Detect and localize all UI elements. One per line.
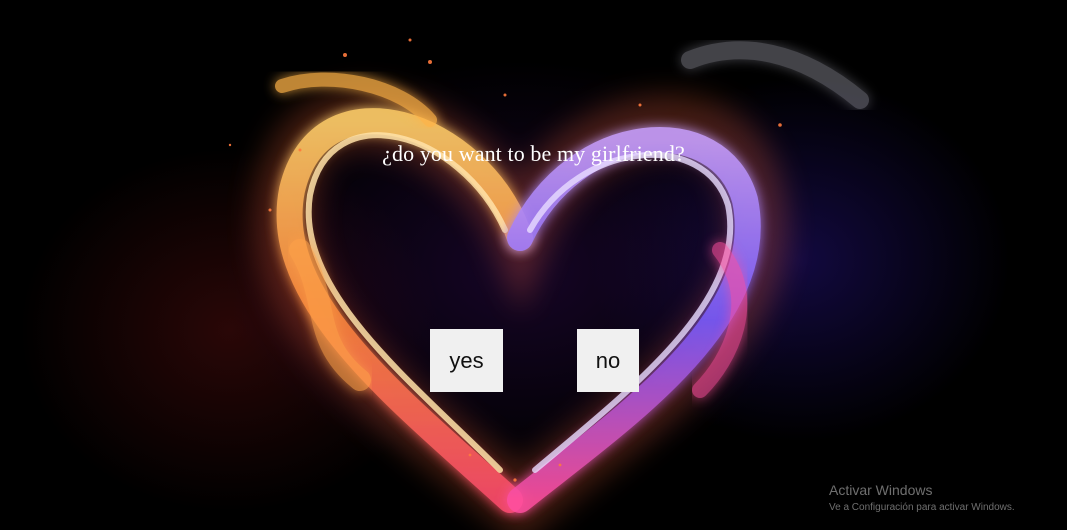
watermark-title: Activar Windows <box>829 482 933 498</box>
no-button[interactable]: no <box>577 329 639 392</box>
flaming-heart-background <box>228 38 869 530</box>
activate-windows-watermark: Activar Windows Ve a Configuración para … <box>829 482 1015 515</box>
yes-button[interactable]: yes <box>430 329 503 392</box>
question-heading: ¿do you want to be my girlfriend? <box>382 141 685 166</box>
watermark-subtitle: Ve a Configuración para activar Windows. <box>829 502 1015 513</box>
page: ¿do you want to be my girlfriend? yes no… <box>0 0 1067 530</box>
